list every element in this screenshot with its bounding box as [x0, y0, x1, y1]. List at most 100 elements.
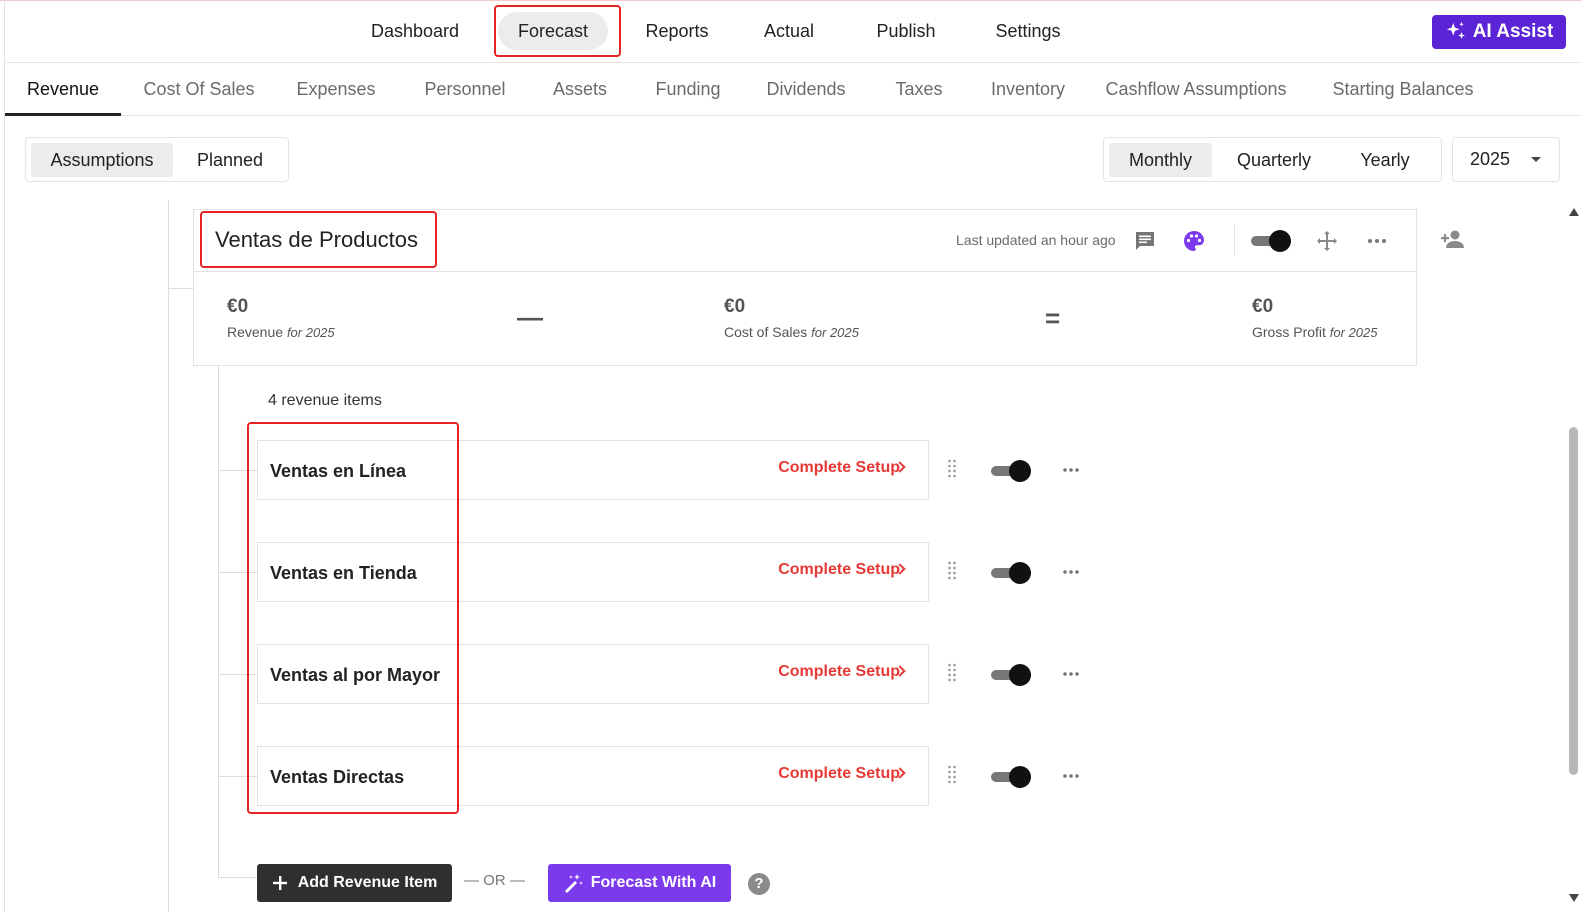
- move-icon[interactable]: [1315, 229, 1339, 253]
- forecast-with-ai-button[interactable]: Forecast With AI: [548, 864, 731, 902]
- revenue-item[interactable]: Ventas Directas Complete Setup: [257, 746, 929, 806]
- toggle-knob: [1009, 664, 1031, 686]
- plus-icon: [272, 876, 287, 890]
- revenue-amount: €0: [227, 296, 249, 317]
- help-icon[interactable]: ?: [748, 873, 770, 895]
- yearly-option[interactable]: Yearly: [1333, 143, 1437, 177]
- profit-label-text: Gross Profit: [1252, 324, 1326, 340]
- scroll-thumb[interactable]: [1569, 427, 1578, 775]
- nav-settings[interactable]: Settings: [983, 8, 1073, 54]
- item-toggle[interactable]: [991, 459, 1031, 483]
- more-options-icon[interactable]: [1062, 773, 1080, 779]
- cost-period: for 2025: [811, 325, 859, 340]
- item-toggle[interactable]: [991, 663, 1031, 687]
- nav-actual[interactable]: Actual: [753, 8, 825, 54]
- toggle-knob: [1269, 230, 1291, 252]
- drag-handle-icon[interactable]: [947, 561, 957, 583]
- item-name[interactable]: Ventas al por Mayor: [270, 665, 440, 686]
- more-options-icon[interactable]: [1062, 671, 1080, 677]
- tree-branch: [218, 674, 257, 675]
- toggle-knob: [1009, 460, 1031, 482]
- card-header: Ventas de Productos Last updated an hour…: [194, 210, 1416, 272]
- cost-label-text: Cost of Sales: [724, 324, 808, 340]
- palette-icon[interactable]: [1182, 229, 1206, 253]
- tree-branch: [218, 776, 257, 777]
- tab-cost-of-sales[interactable]: Cost Of Sales: [140, 64, 258, 116]
- profit-period: for 2025: [1329, 325, 1378, 340]
- complete-setup-link[interactable]: Complete Setup: [778, 459, 900, 477]
- item-name[interactable]: Ventas en Línea: [270, 461, 406, 482]
- year-select[interactable]: 2025: [1452, 137, 1560, 182]
- tab-revenue[interactable]: Revenue: [5, 64, 121, 116]
- tab-starting-balances[interactable]: Starting Balances: [1329, 64, 1477, 116]
- last-updated-text: Last updated an hour ago: [956, 232, 1116, 248]
- period-toggle: Monthly Quarterly Yearly: [1103, 137, 1442, 182]
- magic-wand-icon: [564, 874, 583, 893]
- nav-forecast-label: Forecast: [497, 12, 609, 50]
- caret-down-icon: [1531, 157, 1541, 162]
- add-revenue-item-button[interactable]: Add Revenue Item: [257, 864, 452, 902]
- add-user-icon[interactable]: [1440, 227, 1466, 251]
- item-name[interactable]: Ventas Directas: [270, 767, 404, 788]
- sparkle-icon: [1446, 21, 1465, 39]
- nav-forecast[interactable]: Forecast: [490, 8, 616, 54]
- tab-inventory[interactable]: Inventory: [981, 64, 1075, 116]
- planned-option[interactable]: Planned: [176, 143, 284, 177]
- minus-operator: —: [517, 302, 543, 332]
- tree-branch: [168, 288, 193, 289]
- equals-operator: =: [1045, 303, 1061, 333]
- tab-personnel[interactable]: Personnel: [419, 64, 511, 116]
- scroll-up-arrow-icon[interactable]: [1569, 208, 1579, 216]
- tree-line: [168, 200, 169, 912]
- tab-dividends[interactable]: Dividends: [761, 64, 851, 116]
- scroll-down-arrow-icon[interactable]: [1569, 894, 1579, 902]
- complete-setup-link[interactable]: Complete Setup: [778, 663, 900, 681]
- cost-label: Cost of Sales for 2025: [724, 324, 859, 340]
- profit-metric: €0 Gross Profit for 2025: [1252, 296, 1378, 340]
- item-toggle[interactable]: [991, 765, 1031, 789]
- tree-branch: [218, 877, 257, 878]
- nav-dashboard[interactable]: Dashboard: [361, 8, 469, 54]
- tab-expenses[interactable]: Expenses: [295, 64, 377, 116]
- scrollbar[interactable]: [1566, 200, 1581, 912]
- assumptions-option[interactable]: Assumptions: [31, 143, 173, 177]
- revenue-stream-card: Ventas de Productos Last updated an hour…: [193, 209, 1417, 366]
- revenue-item[interactable]: Ventas al por Mayor Complete Setup: [257, 644, 929, 704]
- stream-title[interactable]: Ventas de Productos: [215, 227, 418, 253]
- or-label: OR: [483, 872, 506, 889]
- nav-reports[interactable]: Reports: [635, 8, 719, 54]
- revenue-item[interactable]: Ventas en Tienda Complete Setup: [257, 542, 929, 602]
- drag-handle-icon[interactable]: [947, 459, 957, 481]
- toggle-knob: [1009, 562, 1031, 584]
- cost-metric: €0 Cost of Sales for 2025: [724, 296, 859, 340]
- item-toggle[interactable]: [991, 561, 1031, 585]
- nav-publish[interactable]: Publish: [865, 8, 947, 54]
- revenue-item[interactable]: Ventas en Línea Complete Setup: [257, 440, 929, 500]
- profit-label: Gross Profit for 2025: [1252, 324, 1378, 340]
- revenue-period: for 2025: [286, 325, 335, 340]
- more-options-icon[interactable]: [1062, 569, 1080, 575]
- more-options-icon[interactable]: [1365, 229, 1389, 253]
- more-options-icon[interactable]: [1062, 467, 1080, 473]
- sub-tabs: Revenue Cost Of Sales Expenses Personnel…: [5, 64, 1581, 116]
- tab-taxes[interactable]: Taxes: [887, 64, 951, 116]
- complete-setup-link[interactable]: Complete Setup: [778, 561, 900, 579]
- or-separator: — OR —: [464, 872, 525, 889]
- monthly-option[interactable]: Monthly: [1109, 143, 1212, 177]
- tab-cashflow-assumptions[interactable]: Cashflow Assumptions: [1101, 64, 1291, 116]
- complete-setup-link[interactable]: Complete Setup: [778, 765, 900, 783]
- item-name[interactable]: Ventas en Tienda: [270, 563, 417, 584]
- tab-funding[interactable]: Funding: [650, 64, 726, 116]
- header-divider: [1234, 224, 1235, 256]
- stream-toggle[interactable]: [1251, 229, 1291, 253]
- year-value: 2025: [1470, 149, 1511, 169]
- ai-assist-button[interactable]: AI Assist: [1432, 15, 1566, 49]
- revenue-metric: €0 Revenue for 2025: [227, 296, 335, 340]
- tab-assets[interactable]: Assets: [549, 64, 611, 116]
- top-nav: Dashboard Forecast Reports Actual Publis…: [5, 1, 1581, 63]
- revenue-label-text: Revenue: [227, 324, 284, 340]
- drag-handle-icon[interactable]: [947, 663, 957, 685]
- drag-handle-icon[interactable]: [947, 765, 957, 787]
- comment-icon[interactable]: [1133, 229, 1157, 253]
- quarterly-option[interactable]: Quarterly: [1219, 143, 1329, 177]
